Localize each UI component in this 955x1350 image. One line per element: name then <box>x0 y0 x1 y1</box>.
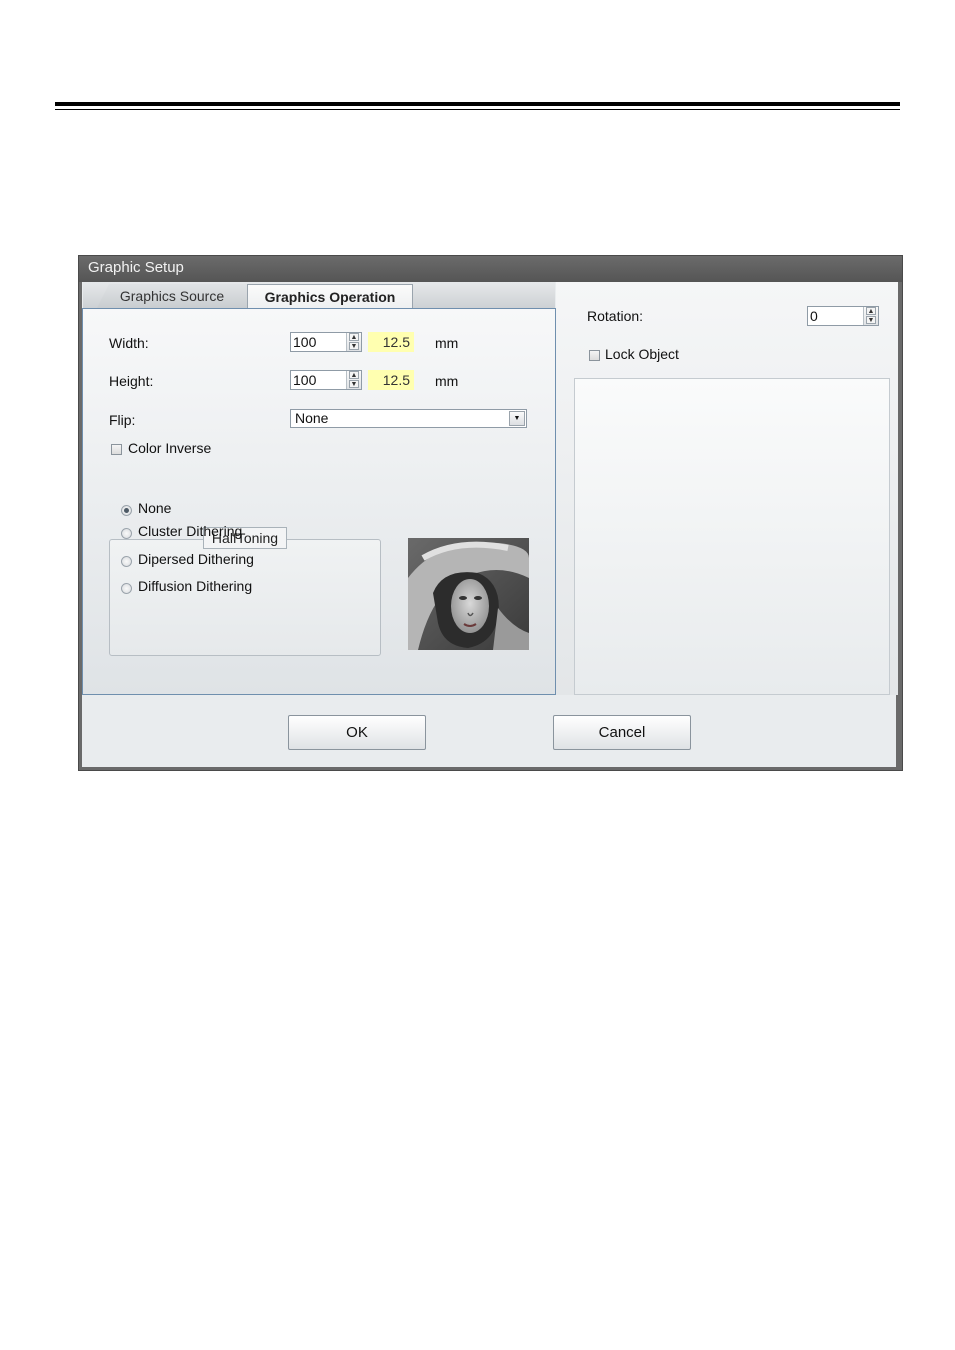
portrait-image-icon <box>408 538 529 650</box>
halftone-none-label: None <box>138 500 172 516</box>
tab-graphics-operation[interactable]: Graphics Operation <box>247 284 413 308</box>
height-value: 100 <box>293 372 317 388</box>
lock-object-checkbox[interactable] <box>589 350 600 361</box>
lock-object-label: Lock Object <box>605 346 679 362</box>
width-value: 100 <box>293 334 317 350</box>
tab-strip: Graphics Source Graphics Operation <box>83 282 555 308</box>
rotation-down-arrow-icon[interactable]: ▼ <box>866 316 876 324</box>
rotation-label: Rotation: <box>587 308 644 324</box>
object-preview-area <box>574 378 890 695</box>
flip-selected-value: None <box>295 410 329 426</box>
dialog-title: Graphic Setup <box>79 256 902 282</box>
height-stepper[interactable]: 100 ▲ ▼ <box>290 370 362 390</box>
width-label: Width: <box>109 335 149 351</box>
halftone-dispersed-label: Dipersed Dithering <box>138 551 254 567</box>
halftone-cluster-radio[interactable] <box>121 528 132 539</box>
halftone-preview-image <box>408 538 529 650</box>
width-down-arrow-icon[interactable]: ▼ <box>349 342 359 350</box>
height-down-arrow-icon[interactable]: ▼ <box>349 380 359 388</box>
width-mm-value: 12.5 <box>368 332 414 352</box>
cancel-button[interactable]: Cancel <box>553 715 691 750</box>
halftone-diffusion-label: Diffusion Dithering <box>138 578 253 594</box>
graphics-operation-panel: Width: 100 ▲ ▼ 12.5 mm Height: 100 ▲ ▼ 1… <box>82 308 556 695</box>
height-mm-value: 12.5 <box>368 370 414 390</box>
header-rule-thick <box>55 102 900 106</box>
halftone-dispersed-radio[interactable] <box>121 556 132 567</box>
width-unit: mm <box>435 335 459 351</box>
graphic-setup-dialog: Graphic Setup Graphics Source Graphics O… <box>78 255 903 771</box>
rotation-value: 0 <box>810 308 818 324</box>
halftone-diffusion-radio[interactable] <box>121 583 132 594</box>
flip-select[interactable]: None ▼ <box>290 409 527 428</box>
header-rule-thin <box>55 109 900 110</box>
rotation-stepper[interactable]: 0 ▲ ▼ <box>807 306 879 326</box>
halftone-none-radio[interactable] <box>121 505 132 516</box>
ok-button[interactable]: OK <box>288 715 426 750</box>
tab-graphics-source[interactable]: Graphics Source <box>97 284 247 308</box>
properties-panel: Rotation: 0 ▲ ▼ Lock Object <box>556 282 898 695</box>
color-inverse-checkbox[interactable] <box>111 444 122 455</box>
height-unit: mm <box>435 373 459 389</box>
color-inverse-label: Color Inverse <box>128 440 212 456</box>
rotation-up-arrow-icon[interactable]: ▲ <box>866 307 876 315</box>
width-up-arrow-icon[interactable]: ▲ <box>349 333 359 341</box>
width-stepper[interactable]: 100 ▲ ▼ <box>290 332 362 352</box>
dialog-frame-bottom <box>79 767 902 770</box>
chevron-down-icon[interactable]: ▼ <box>509 411 525 426</box>
height-label: Height: <box>109 373 154 389</box>
flip-label: Flip: <box>109 412 136 428</box>
height-up-arrow-icon[interactable]: ▲ <box>349 371 359 379</box>
halftone-cluster-label: Cluster Dithering <box>138 523 243 539</box>
